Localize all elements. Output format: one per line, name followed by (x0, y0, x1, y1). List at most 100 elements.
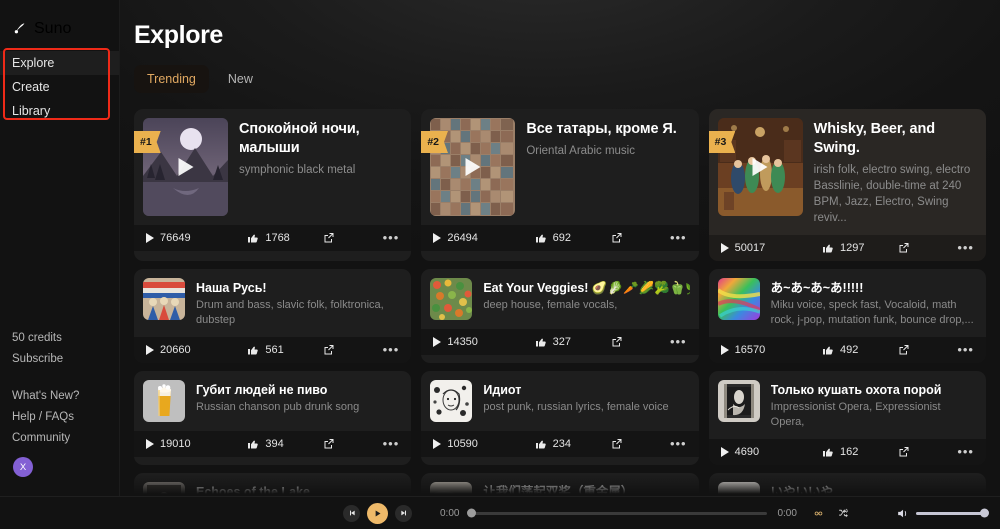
more-options-button[interactable]: ••• (649, 334, 687, 349)
share-button[interactable] (898, 446, 936, 458)
seek-knob[interactable] (467, 508, 477, 518)
tab-new[interactable]: New (215, 65, 266, 93)
more-options-button[interactable]: ••• (361, 343, 399, 356)
next-track-button[interactable] (395, 504, 412, 522)
more-options-button[interactable]: ••• (936, 445, 974, 458)
thumbs-up-icon (535, 338, 546, 347)
featured-card[interactable]: #1 Спокойной ночи, малыши symphonic blac… (134, 109, 412, 261)
share-icon (324, 345, 334, 355)
song-genre: irish folk, electro swing, electro Bassl… (813, 164, 971, 224)
whats-new-link[interactable]: What's New? (0, 386, 120, 407)
share-button[interactable] (611, 438, 649, 450)
song-card[interactable]: Eat Your Veggies! 🥑🥬🥕🌽🥦🫑🌿🥒 deep house, f… (421, 269, 699, 363)
share-button[interactable] (611, 336, 649, 348)
more-options-button[interactable]: ••• (649, 437, 687, 450)
album-art[interactable] (717, 278, 760, 320)
sidebar-footer: 50 credits Subscribe What's New? Help / … (0, 328, 120, 477)
song-card[interactable]: Только кушать охота порой Impressionist … (708, 371, 986, 465)
framed-bw-figure-art (717, 380, 760, 422)
play-count[interactable]: 50017 (720, 242, 822, 254)
seek-slider[interactable] (467, 508, 768, 518)
thumbs-up-icon (248, 346, 259, 355)
share-button[interactable] (611, 232, 649, 244)
card-body: #2 Все татары, кроме Я. Oriental Arabic … (421, 109, 698, 225)
sidebar: Suno Explore Create Library 50 credits S… (0, 0, 120, 529)
play-count[interactable]: 20660 (146, 344, 247, 356)
brand-logo-block[interactable]: Suno (0, 0, 119, 44)
song-title: Наша Русь! (196, 281, 267, 295)
play-count[interactable]: 16570 (720, 344, 822, 356)
help-faqs-link[interactable]: Help / FAQs (0, 407, 120, 428)
volume-knob[interactable] (980, 508, 989, 518)
skip-previous-icon (349, 510, 355, 516)
like-count[interactable]: 692 (535, 232, 611, 244)
play-pause-button[interactable] (367, 502, 388, 524)
song-genre: Impressionist Opera, Expressionist Opera… (770, 401, 941, 428)
play-count[interactable]: 10590 (433, 438, 534, 450)
play-count[interactable]: 26494 (433, 232, 534, 244)
tab-trending[interactable]: Trending (134, 65, 209, 93)
more-options-button[interactable]: ••• (936, 343, 974, 356)
like-count[interactable]: 492 (822, 344, 898, 356)
share-button[interactable] (323, 344, 361, 356)
song-title: あ~あ~あ~あ!!!!! (770, 281, 864, 295)
like-count[interactable]: 394 (247, 438, 323, 450)
album-art[interactable] (717, 380, 760, 422)
duration-time: 0:00 (777, 507, 797, 519)
album-art[interactable] (143, 278, 185, 320)
featured-card[interactable]: #3 Whisky, Beer, and Swing. irish folk, … (708, 109, 986, 261)
shuffle-icon[interactable] (837, 507, 850, 520)
more-options-button[interactable]: ••• (361, 231, 399, 244)
vegetables-collage-art (430, 278, 473, 320)
play-count[interactable]: 14350 (433, 336, 534, 348)
play-count[interactable]: 76649 (146, 232, 247, 244)
volume-slider[interactable] (916, 508, 989, 518)
ellipsis-icon: ••• (669, 334, 687, 349)
share-button[interactable] (323, 232, 361, 244)
more-options-button[interactable]: ••• (361, 436, 400, 451)
song-title: Только кушать охота порой (770, 383, 942, 397)
avatar[interactable]: X (13, 457, 33, 477)
more-options-button[interactable]: ••• (936, 241, 974, 254)
brand-name: Suno (34, 19, 72, 37)
album-art[interactable] (143, 380, 185, 422)
more-options-button[interactable]: ••• (649, 231, 687, 244)
community-link[interactable]: Community (0, 428, 120, 449)
like-count[interactable]: 327 (535, 336, 611, 348)
share-icon (324, 233, 334, 243)
share-button[interactable] (898, 344, 936, 356)
sidebar-item-create[interactable]: Create (0, 75, 119, 99)
playback-options (812, 507, 850, 520)
ellipsis-icon: ••• (382, 436, 400, 451)
play-count-value: 16570 (734, 344, 766, 356)
volume-icon[interactable] (896, 507, 909, 520)
share-button[interactable] (898, 242, 936, 254)
previous-track-button[interactable] (343, 504, 360, 522)
card-stats: 4690 162 ••• (708, 439, 986, 465)
thumbs-up-icon (535, 234, 546, 243)
song-card[interactable]: Идиот post punk, russian lyrics, female … (421, 371, 699, 465)
song-card[interactable]: あ~あ~あ~あ!!!!! Miku voice, speck fast, Voc… (708, 269, 986, 363)
song-card[interactable]: Губит людей не пиво Russian chanson pub … (134, 371, 412, 465)
like-count-value: 692 (552, 232, 572, 244)
play-count[interactable]: 19010 (146, 438, 247, 450)
play-count-value: 14350 (447, 336, 478, 348)
like-count[interactable]: 561 (247, 344, 323, 356)
song-card[interactable]: Наша Русь! Drum and bass, slavic folk, f… (134, 269, 412, 363)
subscribe-link[interactable]: Subscribe (0, 349, 120, 370)
album-art[interactable] (430, 278, 473, 320)
play-count[interactable]: 4690 (720, 446, 822, 458)
sidebar-item-library[interactable]: Library (0, 99, 119, 123)
card-body: Губит людей не пиво Russian chanson pub … (134, 371, 411, 431)
share-button[interactable] (323, 438, 361, 450)
sidebar-item-explore[interactable]: Explore (0, 51, 119, 75)
like-count[interactable]: 1297 (822, 242, 898, 254)
loop-icon[interactable] (812, 507, 825, 520)
play-count-value: 50017 (734, 242, 766, 254)
album-art[interactable] (430, 380, 473, 422)
like-count[interactable]: 1768 (247, 232, 323, 244)
like-count-value: 1297 (839, 242, 865, 254)
featured-card[interactable]: #2 Все татары, кроме Я. Oriental Arabic … (421, 109, 699, 261)
like-count[interactable]: 162 (822, 446, 898, 458)
like-count[interactable]: 234 (535, 438, 611, 450)
